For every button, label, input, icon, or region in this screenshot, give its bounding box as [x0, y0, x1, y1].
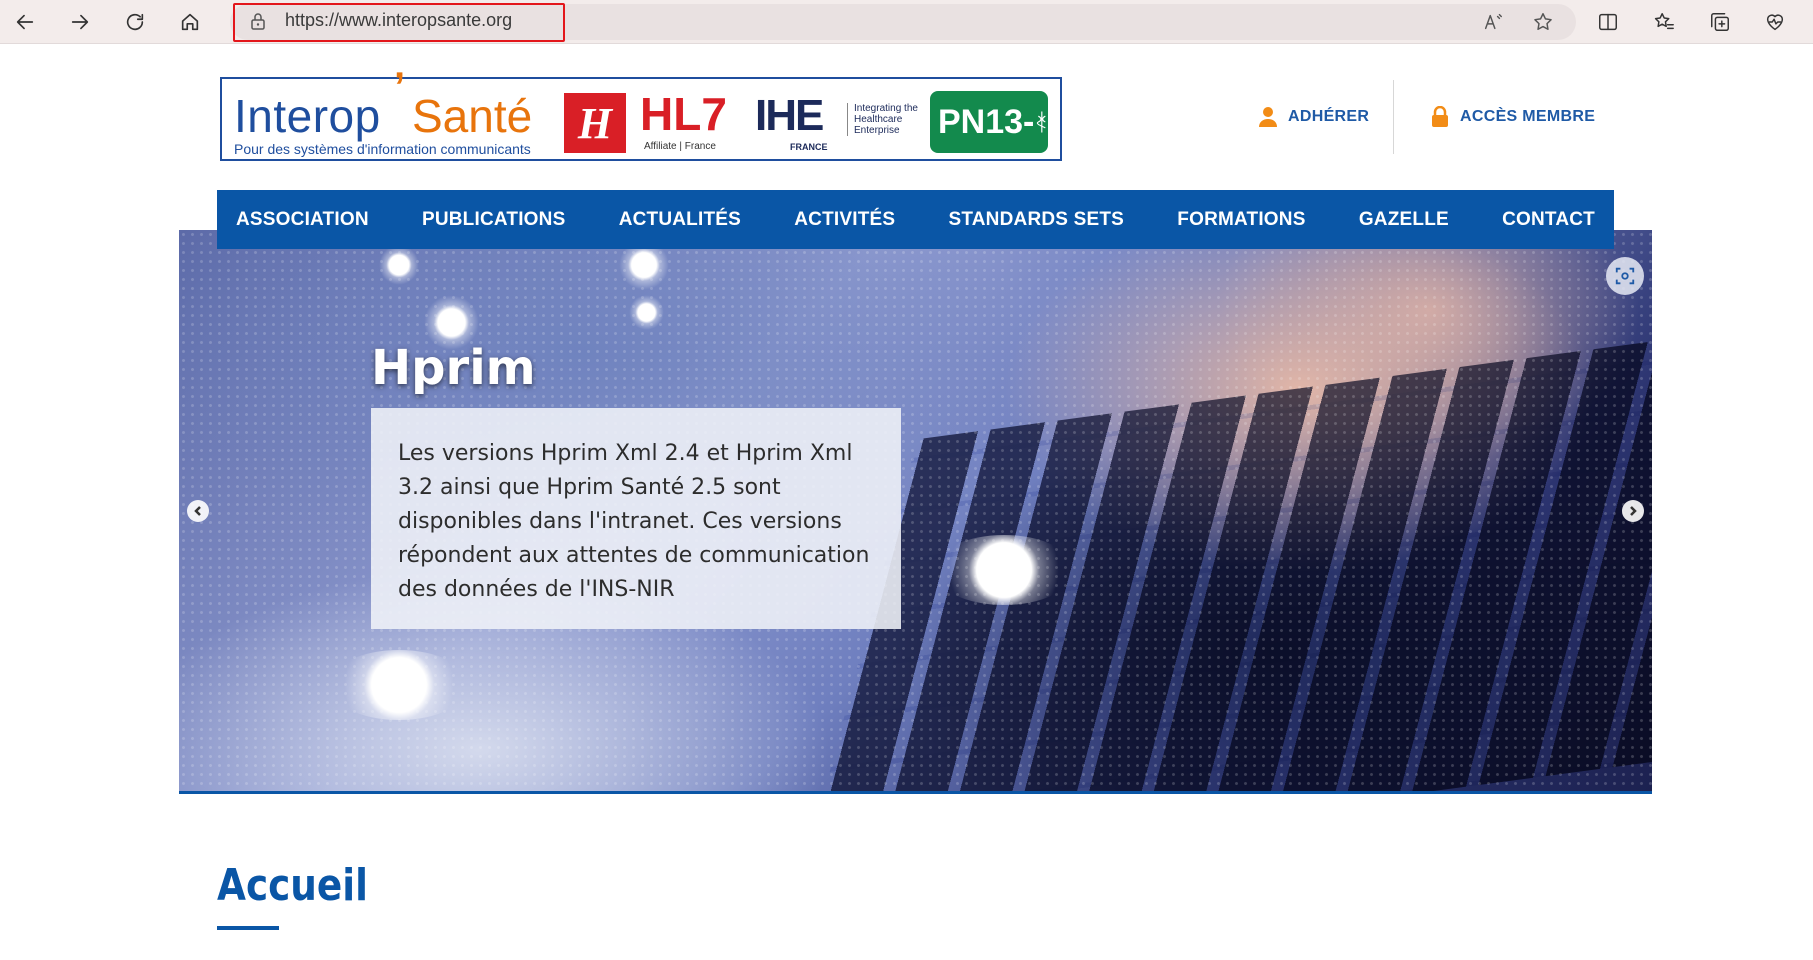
main-navigation: ASSOCIATION PUBLICATIONS ACTUALITÉS ACTI… — [217, 190, 1614, 249]
refresh-button[interactable] — [117, 6, 153, 38]
nav-item-contact[interactable]: CONTACT — [1502, 209, 1595, 231]
join-link[interactable]: ADHÉRER — [1258, 106, 1369, 128]
read-aloud-icon — [1484, 13, 1502, 30]
hero-caption-card: Les versions Hprim Xml 2.4 et Hprim Xml … — [371, 408, 901, 629]
split-screen-button[interactable] — [1591, 7, 1625, 37]
member-access-link[interactable]: ACCÈS MEMBRE — [1430, 106, 1595, 128]
glow-point — [379, 245, 419, 285]
nav-item-formations[interactable]: FORMATIONS — [1177, 209, 1305, 231]
back-button[interactable] — [7, 6, 43, 38]
visual-search-button[interactable] — [1606, 257, 1644, 295]
nav-item-standards-sets[interactable]: STANDARDS SETS — [948, 209, 1124, 231]
hl7-logo-subtitle: Affiliate | France — [644, 141, 716, 152]
read-aloud-button[interactable] — [1480, 9, 1506, 35]
pn13-logo-text: PN13- — [938, 102, 1035, 141]
hero-title: Hprim — [371, 340, 536, 396]
hero-text: Les versions Hprim Xml 2.4 et Hprim Xml … — [398, 441, 870, 602]
nav-item-activites[interactable]: ACTIVITÉS — [794, 209, 895, 231]
url-highlight-box — [233, 3, 565, 42]
user-icon — [1259, 107, 1277, 127]
arrow-left-icon — [16, 14, 34, 30]
carousel-prev-button[interactable] — [187, 500, 209, 522]
arrow-right-icon — [71, 14, 89, 30]
logo-sante-text: Santé — [412, 90, 533, 142]
star-icon — [1534, 13, 1552, 30]
home-button[interactable] — [172, 6, 208, 38]
hl7-logo-text: HL7 — [640, 88, 727, 140]
glow-point — [934, 535, 1074, 605]
ihe-logo-text: IHE — [755, 91, 824, 140]
logo-interop-text: Interop — [234, 90, 381, 142]
forward-button[interactable] — [62, 6, 98, 38]
refresh-icon — [126, 13, 144, 31]
favorites-button[interactable] — [1647, 7, 1681, 37]
carousel-next-button[interactable] — [1622, 500, 1644, 522]
nav-item-association[interactable]: ASSOCIATION — [236, 209, 369, 231]
hprim-logo-mark: H — [564, 93, 626, 153]
site-logo[interactable]: ’ Interop Santé Pour des systèmes d'info… — [220, 65, 1062, 161]
join-label: ADHÉRER — [1288, 108, 1370, 125]
collections-button[interactable] — [1703, 7, 1737, 37]
ihe-logo-subtitle: FRANCE — [790, 142, 828, 152]
split-screen-icon — [1599, 13, 1617, 31]
caduceus-icon — [1037, 111, 1046, 133]
collections-icon — [1711, 13, 1729, 31]
padlock-icon — [1432, 106, 1448, 127]
pn13-logo: PN13- — [930, 91, 1048, 153]
glow-point — [629, 295, 664, 330]
favorites-list-icon — [1654, 13, 1674, 30]
glow-point — [329, 650, 469, 720]
page-title: Accueil — [217, 860, 368, 911]
nav-item-gazelle[interactable]: GAZELLE — [1359, 209, 1449, 231]
nav-item-actualites[interactable]: ACTUALITÉS — [619, 209, 741, 231]
header-divider — [1393, 80, 1394, 154]
ihe-logo-description: Integrating the Healthcare Enterprise — [847, 103, 927, 136]
visual-search-icon — [1615, 267, 1635, 285]
logo-tagline: Pour des systèmes d'information communic… — [234, 141, 531, 157]
favorite-button[interactable] — [1530, 9, 1556, 35]
browser-essentials-button[interactable] — [1758, 7, 1792, 37]
member-access-label: ACCÈS MEMBRE — [1460, 108, 1596, 125]
nav-item-publications[interactable]: PUBLICATIONS — [422, 209, 566, 231]
home-icon — [181, 13, 199, 31]
browser-toolbar: https://www.interopsante.org — [0, 0, 1813, 44]
chevron-right-icon — [1630, 506, 1637, 516]
chevron-left-icon — [194, 506, 201, 516]
logo-apostrophe: ’ — [394, 65, 406, 109]
title-underline — [217, 926, 279, 930]
heart-pulse-icon — [1766, 14, 1784, 31]
